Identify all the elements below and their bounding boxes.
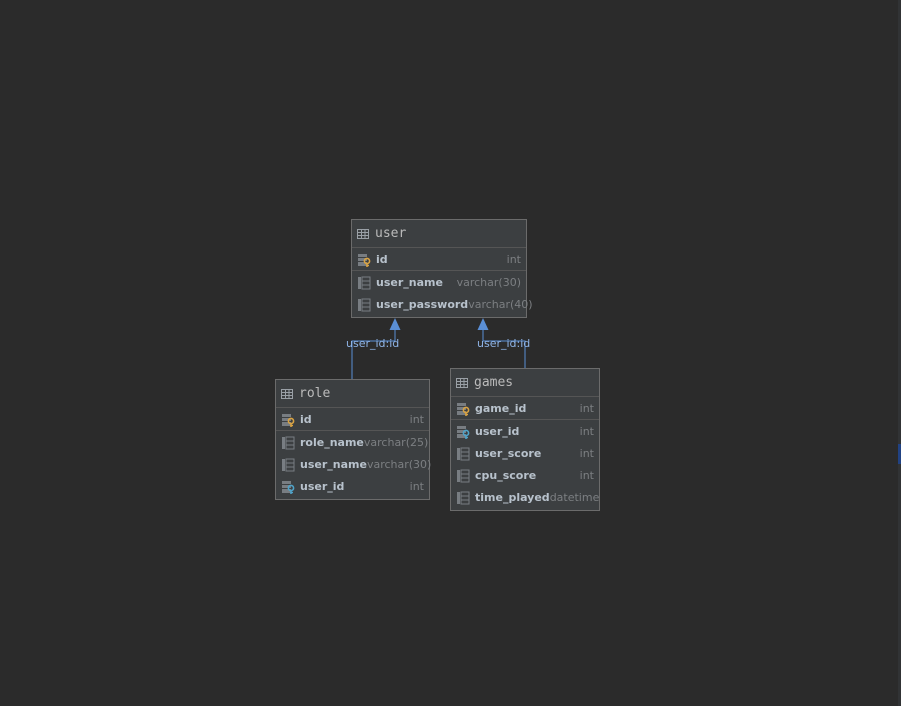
entity-games-header[interactable]: games: [451, 369, 599, 397]
column-type: datetime: [549, 490, 600, 504]
entity-title: role: [299, 386, 331, 401]
column-icon: [281, 435, 295, 450]
column-type: int: [579, 446, 594, 460]
column-name: id: [300, 412, 312, 426]
column-name: cpu_score: [475, 468, 537, 482]
column-type: varchar(40): [468, 297, 533, 311]
column-row[interactable]: game_id int: [451, 397, 599, 420]
column-row[interactable]: user_name varchar(30): [276, 453, 432, 475]
arrowhead-role-user: [389, 318, 401, 330]
column-name: user_password: [376, 297, 469, 311]
column-type: int: [579, 424, 594, 438]
column-row[interactable]: id int: [352, 248, 526, 271]
primary-key-column-icon: [357, 252, 371, 267]
column-name: role_name: [300, 435, 364, 449]
column-icon: [281, 457, 295, 472]
column-row[interactable]: role_name varchar(25): [276, 431, 429, 453]
column-row[interactable]: user_id int: [451, 420, 599, 442]
column-type: int: [506, 252, 521, 266]
column-row[interactable]: time_played datetime: [451, 486, 599, 508]
primary-key-column-icon: [281, 412, 295, 427]
column-type: int: [409, 412, 424, 426]
table-icon: [281, 388, 293, 399]
arrowhead-games-user: [477, 318, 489, 330]
column-name: user_id: [475, 424, 520, 438]
column-name: time_played: [475, 490, 550, 504]
column-row[interactable]: user_id int: [276, 475, 429, 497]
primary-key-column-icon: [456, 401, 470, 416]
column-icon: [456, 490, 470, 505]
foreign-key-column-icon: [281, 479, 295, 494]
column-icon: [357, 275, 371, 290]
column-row[interactable]: user_name varchar(30): [352, 271, 526, 293]
column-icon: [456, 468, 470, 483]
column-type: varchar(25): [363, 435, 429, 449]
column-type: int: [409, 479, 424, 493]
column-name: id: [376, 252, 388, 266]
column-row[interactable]: user_password varchar(40): [352, 293, 533, 315]
column-row[interactable]: user_score int: [451, 442, 599, 464]
entity-user[interactable]: user id int user_name varchar(30) user_p…: [351, 219, 533, 318]
table-icon: [357, 228, 369, 239]
column-icon: [456, 446, 470, 461]
column-name: game_id: [475, 401, 527, 415]
column-type: int: [579, 401, 594, 415]
relationship-label-role-user: user_id:id: [346, 337, 400, 350]
column-name: user_id: [300, 479, 345, 493]
relationship-connectors: [351, 318, 526, 379]
foreign-key-column-icon: [456, 424, 470, 439]
entity-role[interactable]: role id int role_name varchar(25) user_n…: [275, 379, 432, 500]
column-name: user_name: [376, 275, 443, 289]
table-icon: [456, 377, 468, 388]
column-type: varchar(30): [456, 275, 521, 289]
column-row[interactable]: id int: [276, 408, 429, 431]
column-type: varchar(30): [366, 457, 432, 471]
entity-games[interactable]: games game_id int user_id int user_score…: [450, 368, 600, 511]
entity-role-header[interactable]: role: [276, 380, 429, 408]
column-name: user_name: [300, 457, 367, 471]
entity-title: user: [375, 226, 407, 241]
column-icon: [357, 297, 371, 312]
column-row[interactable]: cpu_score int: [451, 464, 599, 486]
column-type: int: [579, 468, 594, 482]
relationship-label-games-user: user_id:id: [477, 337, 531, 350]
entity-title: games: [474, 375, 514, 390]
entity-user-header[interactable]: user: [352, 220, 526, 248]
column-name: user_score: [475, 446, 542, 460]
